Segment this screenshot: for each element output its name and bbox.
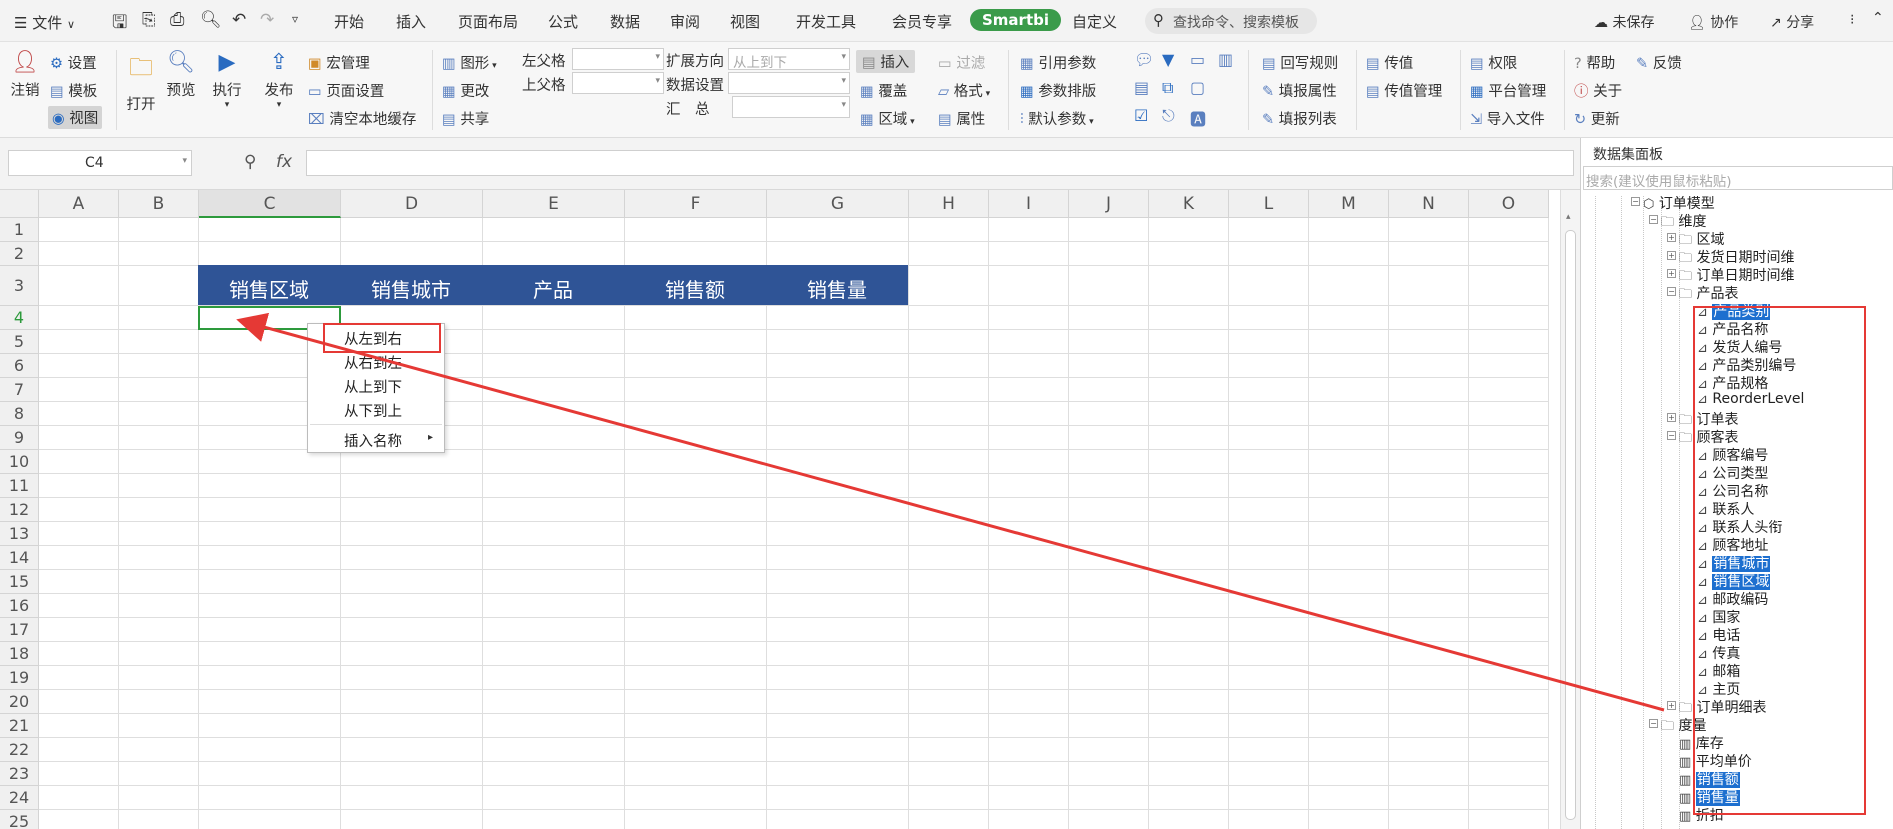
annotation-arrow <box>236 312 1665 712</box>
